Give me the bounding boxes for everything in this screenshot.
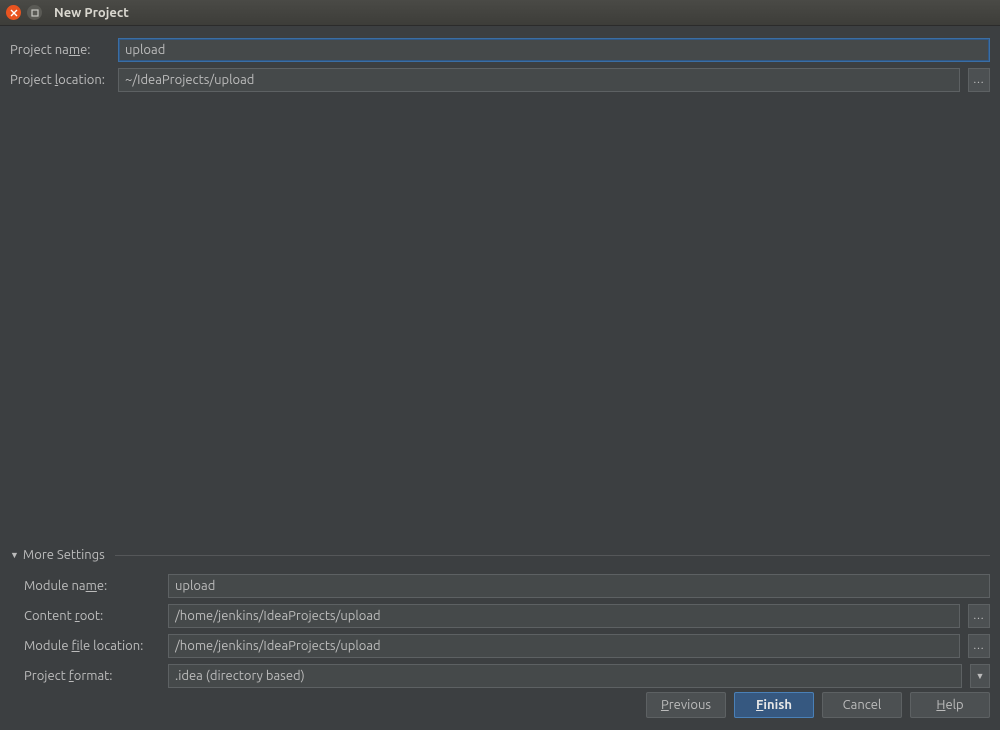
close-icon[interactable] — [6, 5, 21, 20]
module-file-input[interactable] — [168, 634, 960, 658]
module-name-input[interactable] — [168, 574, 990, 598]
finish-button[interactable]: Finish — [734, 692, 814, 718]
chevron-down-icon: ▼ — [10, 550, 19, 560]
project-name-row: Project name: — [10, 38, 990, 62]
project-format-value: .idea (directory based) — [175, 669, 305, 683]
ellipsis-icon: … — [973, 74, 985, 86]
titlebar: New Project — [0, 0, 1000, 26]
project-format-dropdown-button[interactable]: ▼ — [970, 664, 990, 688]
project-format-label: Project format: — [24, 669, 160, 683]
dialog-content: Project name: Project location: … ▼ More… — [0, 26, 1000, 730]
minimize-icon[interactable] — [27, 5, 42, 20]
more-settings-section: ▼ More Settings Module name: Content roo… — [10, 546, 990, 694]
project-format-select[interactable]: .idea (directory based) — [168, 664, 962, 688]
button-bar: Previous Finish Cancel Help — [646, 692, 990, 718]
help-button[interactable]: Help — [910, 692, 990, 718]
separator — [115, 555, 990, 556]
project-name-input[interactable] — [118, 38, 990, 62]
module-name-label: Module name: — [24, 579, 160, 593]
content-root-browse-button[interactable]: … — [968, 604, 990, 628]
module-file-browse-button[interactable]: … — [968, 634, 990, 658]
ellipsis-icon: … — [973, 640, 985, 652]
chevron-down-icon: ▼ — [976, 671, 985, 681]
more-settings-body: Module name: Content root: … Module file… — [10, 564, 990, 688]
project-location-browse-button[interactable]: … — [968, 68, 990, 92]
project-location-label: Project location: — [10, 73, 110, 87]
content-root-row: Content root: … — [24, 604, 990, 628]
more-settings-label: More Settings — [23, 548, 105, 562]
content-root-input[interactable] — [168, 604, 960, 628]
cancel-button[interactable]: Cancel — [822, 692, 902, 718]
window-title: New Project — [54, 6, 129, 20]
module-file-row: Module file location: … — [24, 634, 990, 658]
content-root-label: Content root: — [24, 609, 160, 623]
ellipsis-icon: … — [973, 610, 985, 622]
project-format-row: Project format: .idea (directory based) … — [24, 664, 990, 688]
project-location-input[interactable] — [118, 68, 960, 92]
module-file-label: Module file location: — [24, 639, 160, 653]
project-name-label: Project name: — [10, 43, 110, 57]
previous-button[interactable]: Previous — [646, 692, 726, 718]
module-name-row: Module name: — [24, 574, 990, 598]
more-settings-toggle[interactable]: ▼ More Settings — [10, 546, 990, 564]
project-location-row: Project location: … — [10, 68, 990, 92]
